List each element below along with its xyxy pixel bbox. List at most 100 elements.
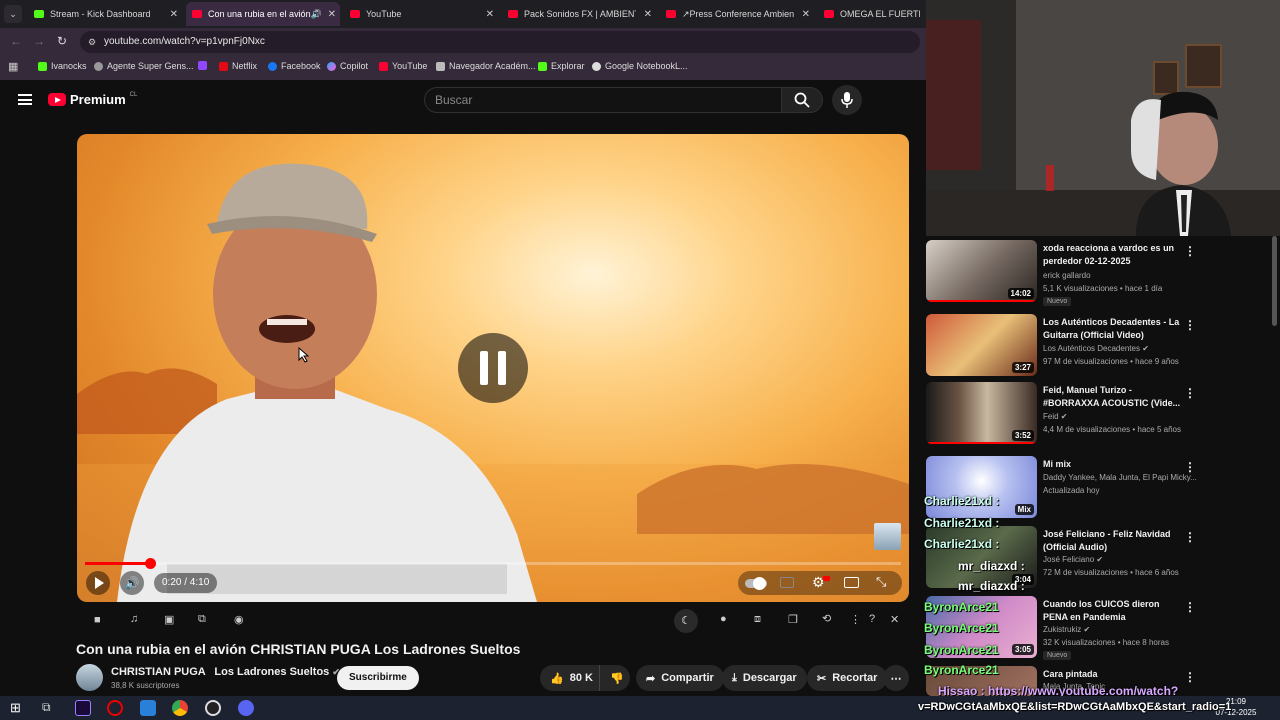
obs-icon[interactable] [205, 700, 221, 716]
tab-4[interactable]: Pack Sonidos FX | AMBIENTE HI ✕ [502, 2, 656, 26]
after-effects-icon[interactable] [75, 700, 91, 716]
tab-1[interactable]: Stream - Kick Dashboard ✕ [28, 2, 182, 26]
opera-icon[interactable] [107, 700, 123, 716]
progress-bar[interactable] [85, 558, 901, 569]
recommendation-channel[interactable]: Feid ✔ [1043, 412, 1068, 421]
screenshot-frame-icon[interactable]: ⧉ [198, 613, 206, 626]
discord-icon[interactable] [238, 700, 254, 716]
speaker-icon[interactable]: 🔊 [311, 9, 322, 20]
bookmark-netflix[interactable]: Netflix [219, 61, 257, 71]
bookmark-explorar[interactable]: Explorar [538, 61, 585, 71]
subtitles-icon[interactable] [780, 577, 794, 588]
channel-avatar[interactable] [76, 664, 103, 691]
recommendation-channel[interactable]: erick gallardo [1043, 271, 1091, 280]
fullscreen-icon[interactable]: ⤡ [876, 574, 886, 590]
tab-3[interactable]: YouTube ✕ [344, 2, 498, 26]
tab-title: ↗Press Conference Ambience [682, 8, 794, 19]
bookmark-agente[interactable]: Agente Super Gens... [94, 61, 194, 71]
recommendation-item[interactable]: 3:27 Los Auténticos Decadentes - La Guit… [926, 310, 1280, 378]
more-icon[interactable]: ⋮ [850, 613, 861, 626]
tab-search-button[interactable]: ⌄ [4, 5, 22, 23]
site-info-icon[interactable]: ⚙ [88, 31, 96, 53]
recommendation-title[interactable]: Feid, Manuel Turizo - #BORRAXXA ACOUSTIC… [1043, 384, 1181, 410]
lightbulb-icon[interactable]: ● [720, 613, 727, 625]
bookmark-facebook[interactable]: Facebook [268, 61, 321, 71]
close-icon[interactable]: ✕ [170, 9, 178, 20]
miniplayer-icon[interactable]: ⧈ [754, 613, 761, 626]
tab-6[interactable]: OMEGA EL FUERTE ft. D [818, 2, 926, 26]
more-vert-icon[interactable]: ⋮ [1184, 318, 1196, 332]
recommendation-item[interactable]: 14:02 xoda reacciona a vardoc es un perd… [926, 236, 1280, 306]
bookmark-navegador[interactable]: Navegador Académ... [436, 61, 536, 71]
url-field[interactable]: ⚙ youtube.com/watch?v=p1vpnFj0Nxc [80, 31, 920, 53]
clip-button[interactable]: ✂ Recortar [807, 665, 888, 691]
camera-icon[interactable]: ■ [94, 614, 101, 626]
tab-5[interactable]: ↗Press Conference Ambience ✕ [660, 2, 814, 26]
chrome-icon[interactable] [172, 700, 188, 716]
app-icon[interactable] [140, 700, 156, 716]
close-icon[interactable]: ✕ [644, 9, 652, 20]
help-icon[interactable]: ? [869, 613, 875, 625]
close-icon[interactable]: ✕ [328, 9, 336, 20]
close-icon[interactable]: ✕ [890, 613, 899, 626]
dislike-button[interactable]: 👎 [599, 665, 630, 691]
channel-name[interactable]: CHRISTIAN PUGA Los Ladrones Sueltos ✔ [111, 666, 340, 678]
windows-start-icon[interactable]: ⊞ [10, 700, 21, 716]
back-icon[interactable]: ← [10, 34, 22, 48]
tab-2-active[interactable]: Con una rubia en el avión C 🔊 ✕ [186, 2, 340, 26]
like-button[interactable]: 👍 80 K [540, 665, 599, 691]
bookmark-ivanocks[interactable]: Ivanocks [38, 61, 87, 71]
youtube-header: Premium CL Buscar [0, 80, 926, 120]
search-input[interactable]: Buscar [424, 87, 782, 113]
voice-search-button[interactable] [832, 85, 862, 115]
duration-badge: 14:02 [1007, 288, 1034, 299]
playlist-icon[interactable]: ❐ [788, 613, 798, 626]
download-button[interactable]: ⤓ Descargar [722, 665, 807, 691]
recommendation-channel[interactable]: Daddy Yankee, Mala Junta, El Papi Micky.… [1043, 473, 1197, 482]
share-button[interactable]: ➦ Compartir [636, 665, 724, 691]
task-view-icon[interactable]: ⧉ [42, 700, 51, 715]
volume-button[interactable]: 🔊 [120, 571, 144, 595]
video-thumbnail[interactable]: 3:27 [926, 314, 1037, 376]
youtube-logo[interactable]: Premium CL [48, 92, 137, 107]
image-icon[interactable]: ▣ [164, 613, 174, 626]
more-vert-icon[interactable]: ⋮ [1184, 460, 1196, 474]
recommendation-item[interactable]: 3:52 Feid, Manuel Turizo - #BORRAXXA ACO… [926, 378, 1280, 446]
close-icon[interactable]: ✕ [802, 9, 810, 20]
recommendation-channel[interactable]: Los Auténticos Decadentes ✔ [1043, 344, 1149, 353]
subscribe-button[interactable]: Suscribirme [337, 666, 419, 690]
bookmark-twitch[interactable] [198, 61, 207, 70]
reload-icon[interactable]: ↻ [57, 34, 67, 48]
loop-icon[interactable]: ⟲ [822, 612, 831, 625]
recommendation-title[interactable]: Los Auténticos Decadentes - La Guitarra … [1043, 316, 1181, 342]
channel-name-suffix: Los Ladrones Sueltos [214, 666, 330, 678]
theater-icon[interactable] [844, 577, 859, 588]
forward-icon[interactable]: → [33, 34, 45, 48]
more-vert-icon[interactable]: ⋮ [1184, 386, 1196, 400]
menu-icon[interactable] [18, 94, 32, 105]
bookmark-copilot[interactable]: Copilot [327, 61, 368, 71]
recommendation-title[interactable]: Mi mix [1043, 458, 1181, 471]
pause-overlay[interactable] [458, 333, 528, 403]
channel-watermark[interactable] [874, 523, 901, 550]
recommendation-title[interactable]: xoda reacciona a vardoc es un perdedor 0… [1043, 242, 1181, 268]
bookmark-notebooklm[interactable]: Google NotebookL... [592, 61, 688, 71]
kick-icon [34, 10, 44, 18]
music-icon[interactable]: ♫ [130, 613, 138, 625]
snapshot-icon[interactable]: ◉ [234, 613, 244, 626]
apps-icon[interactable]: ▦ [8, 60, 18, 73]
bookmark-youtube[interactable]: YouTube [379, 61, 427, 71]
more-vert-icon[interactable]: ⋮ [1184, 244, 1196, 258]
more-actions-button[interactable]: ⋯ [883, 665, 909, 691]
video-thumbnail[interactable]: 14:02 [926, 240, 1037, 302]
video-player[interactable] [77, 134, 909, 602]
autoplay-toggle[interactable] [745, 577, 767, 590]
chat-message: mr_diazxd : [958, 579, 1025, 593]
search-button[interactable] [781, 87, 823, 113]
autoplay-knob [753, 577, 766, 590]
close-icon[interactable]: ✕ [486, 9, 494, 20]
play-button[interactable] [86, 571, 110, 595]
video-thumbnail[interactable]: 3:52 [926, 382, 1037, 444]
bookmark-label: Explorar [551, 61, 585, 71]
dark-mode-icon[interactable]: ☾ [674, 609, 698, 633]
